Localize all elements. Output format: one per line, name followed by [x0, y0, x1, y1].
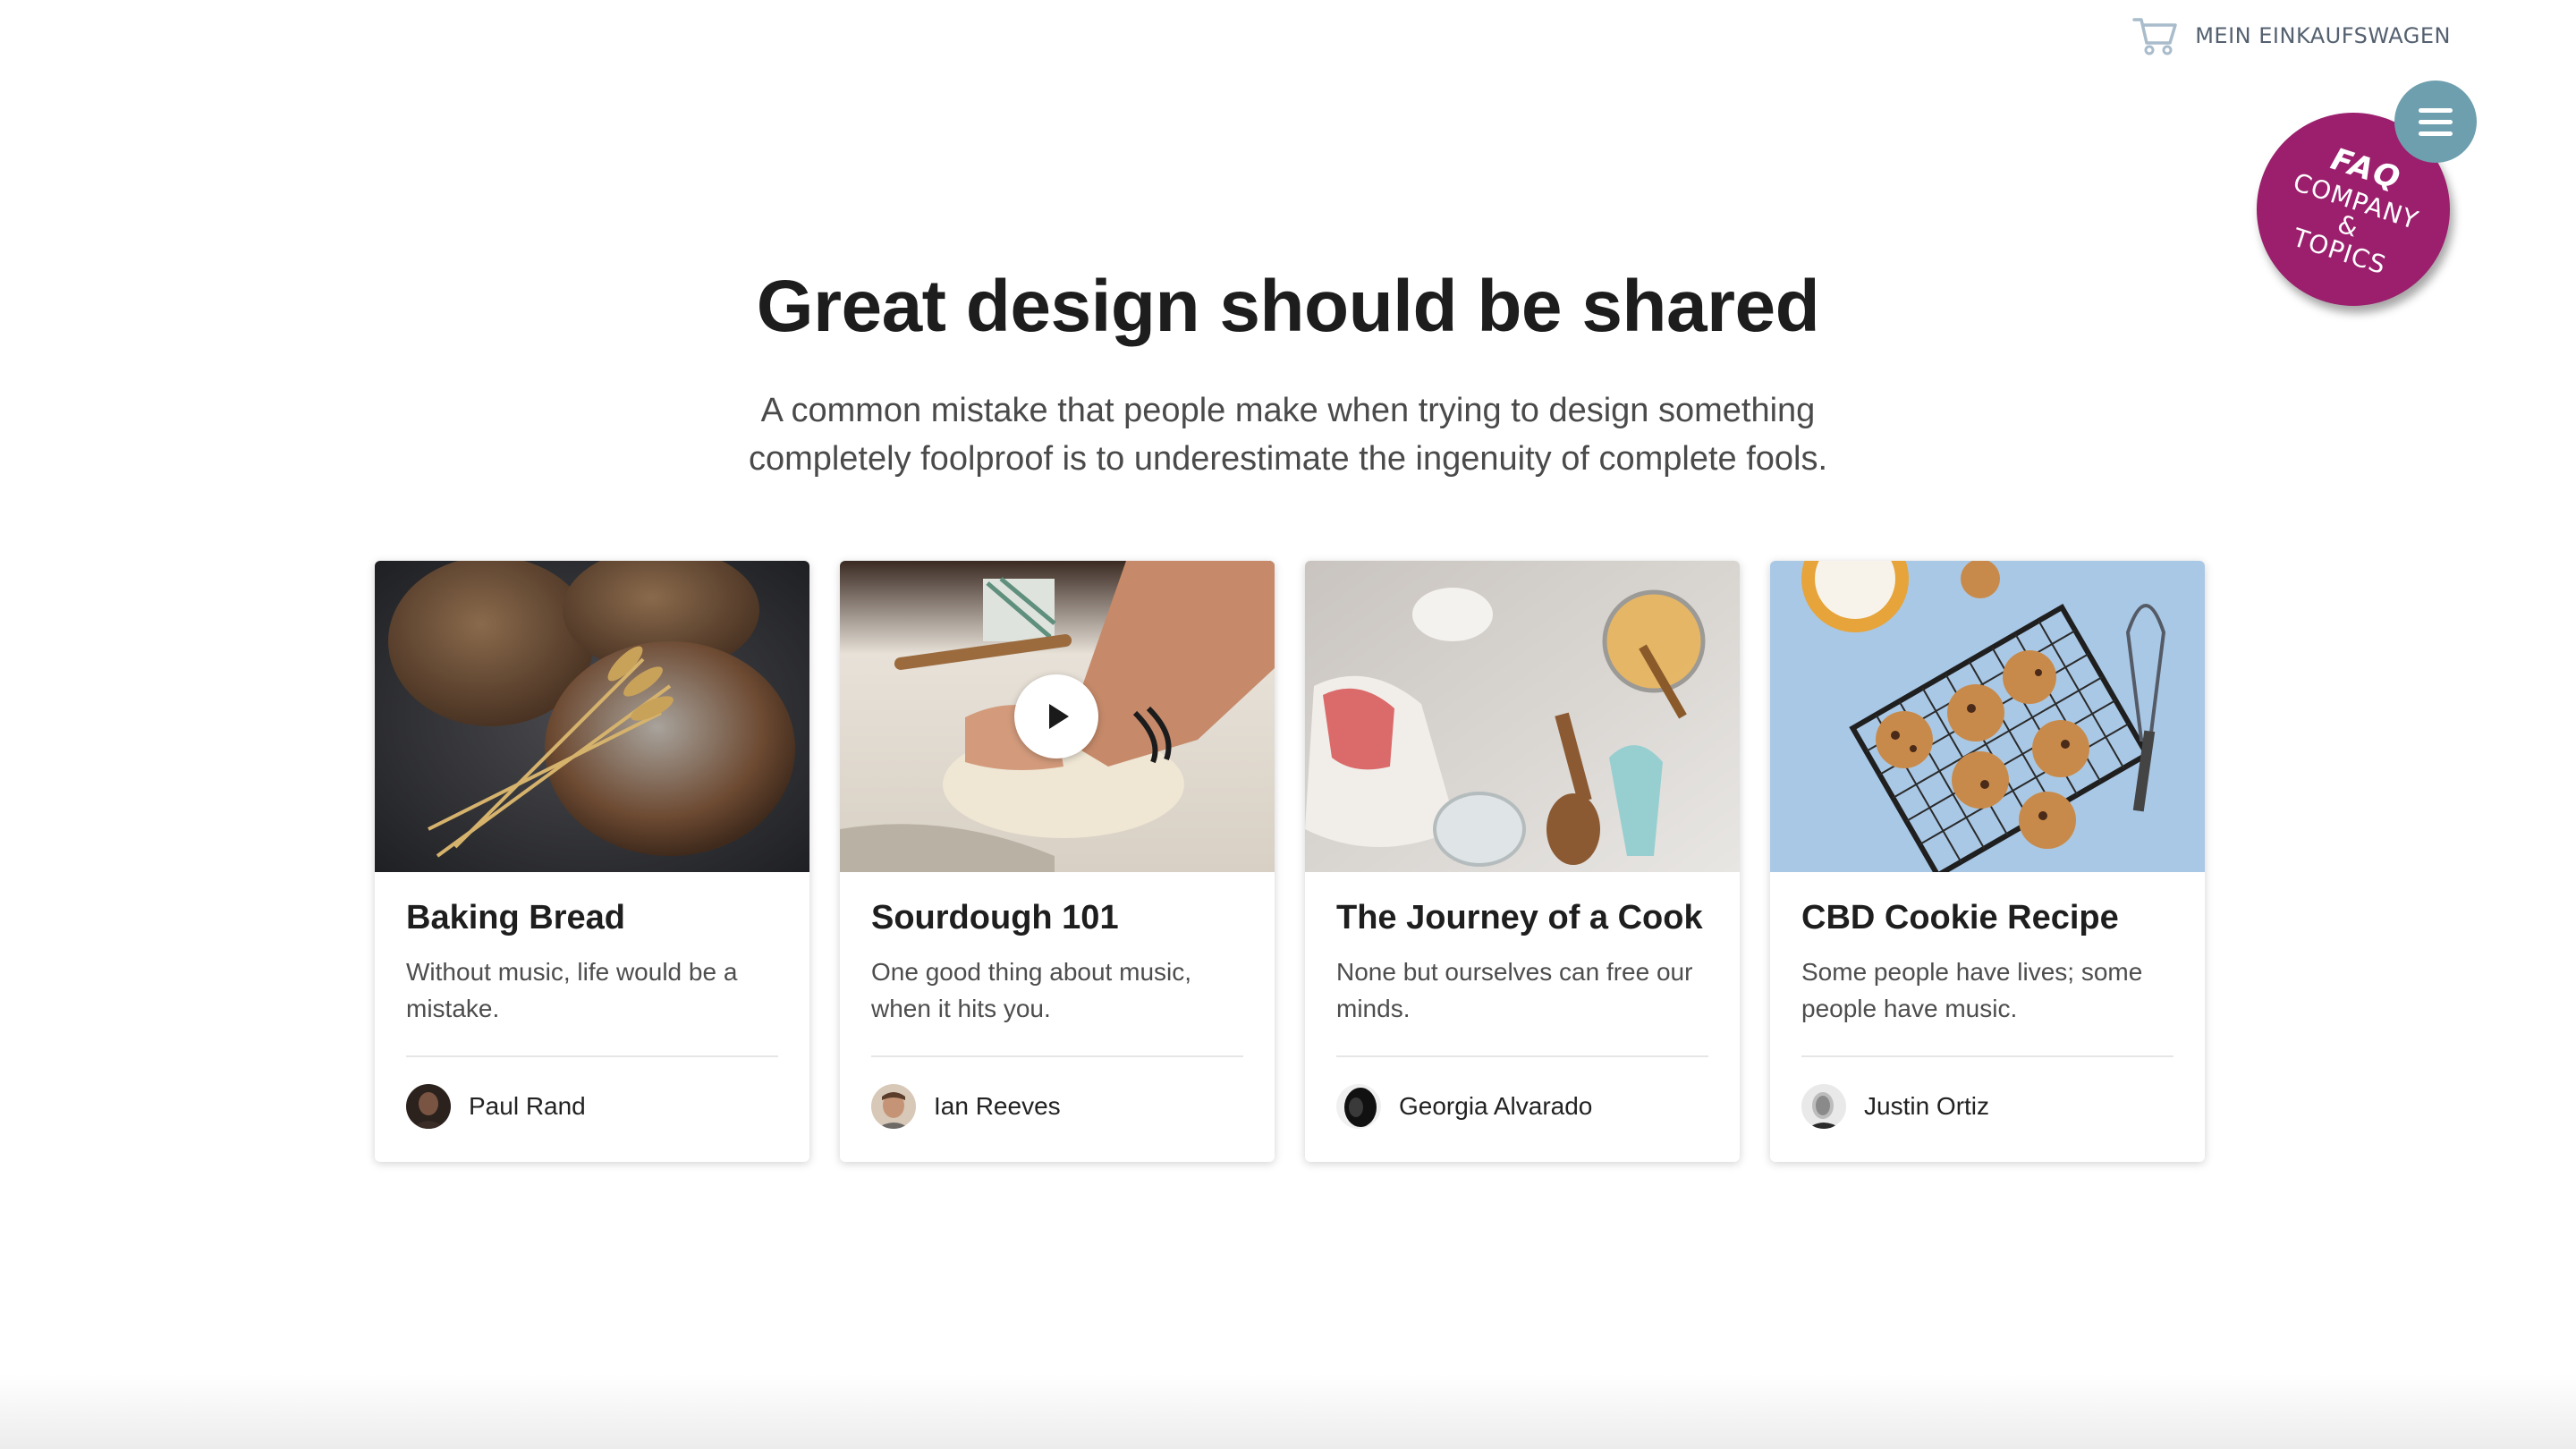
divider: [871, 1055, 1243, 1057]
article-card[interactable]: Baking Bread Without music, life would b…: [375, 561, 809, 1162]
author-name: Justin Ortiz: [1864, 1092, 1990, 1120]
card-list: Baking Bread Without music, life would b…: [375, 561, 2205, 1162]
play-icon: [1049, 704, 1069, 729]
card-title[interactable]: The Journey of a Cook: [1336, 899, 1708, 937]
card-title[interactable]: CBD Cookie Recipe: [1801, 899, 2174, 937]
menu-bar: [2419, 131, 2453, 136]
card-author[interactable]: Ian Reeves: [871, 1084, 1243, 1129]
card-description: One good thing about music, when it hits…: [871, 958, 1192, 1022]
page: MEIN EINKAUFSWAGEN FAQ COMPANY & TOPICS …: [0, 0, 2576, 1449]
card-author[interactable]: Justin Ortiz: [1801, 1084, 2174, 1129]
bottom-shade: [0, 1374, 2576, 1449]
divider: [1336, 1055, 1708, 1057]
card-description: Some people have lives; some people have…: [1801, 958, 2143, 1022]
card-body: CBD Cookie Recipe Some people have lives…: [1770, 872, 2205, 1129]
author-name: Paul Rand: [469, 1092, 586, 1120]
card-title[interactable]: Sourdough 101: [871, 899, 1243, 937]
cookies-on-rack-photo: [1770, 561, 2205, 872]
article-card[interactable]: The Journey of a Cook None but ourselves…: [1305, 561, 1740, 1162]
avatar: [1336, 1084, 1381, 1129]
kneading-dough-video-thumbnail: [840, 561, 1275, 872]
avatar: [1801, 1084, 1846, 1129]
page-subtitle: A common mistake that people make when t…: [748, 392, 1828, 478]
hamburger-menu-icon[interactable]: [2394, 80, 2477, 163]
card-description: None but ourselves can free our minds.: [1336, 958, 1693, 1022]
card-title[interactable]: Baking Bread: [406, 899, 778, 937]
author-name: Georgia Alvarado: [1399, 1092, 1593, 1120]
article-card[interactable]: Sourdough 101 One good thing about music…: [840, 561, 1275, 1162]
author-name: Ian Reeves: [934, 1092, 1061, 1120]
divider: [1801, 1055, 2174, 1057]
card-body: Baking Bread Without music, life would b…: [375, 872, 809, 1129]
card-author[interactable]: Paul Rand: [406, 1084, 778, 1129]
avatar: [871, 1084, 916, 1129]
avatar: [406, 1084, 451, 1129]
divider: [406, 1055, 778, 1057]
baking-ingredients-photo: [1305, 561, 1740, 872]
card-body: Sourdough 101 One good thing about music…: [840, 872, 1275, 1129]
play-button[interactable]: [1014, 674, 1098, 758]
page-title: Great design should be shared: [756, 266, 1820, 347]
cart-link[interactable]: MEIN EINKAUFSWAGEN: [2132, 13, 2451, 59]
cart-label: MEIN EINKAUFSWAGEN: [2195, 23, 2451, 48]
bread-loaves-photo: [375, 561, 809, 872]
card-description: Without music, life would be a mistake.: [406, 958, 738, 1022]
menu-bar: [2419, 119, 2453, 124]
article-card[interactable]: CBD Cookie Recipe Some people have lives…: [1770, 561, 2205, 1162]
menu-bar: [2419, 107, 2453, 113]
shopping-cart-icon: [2132, 18, 2177, 55]
card-author[interactable]: Georgia Alvarado: [1336, 1084, 1708, 1129]
card-body: The Journey of a Cook None but ourselves…: [1305, 872, 1740, 1129]
